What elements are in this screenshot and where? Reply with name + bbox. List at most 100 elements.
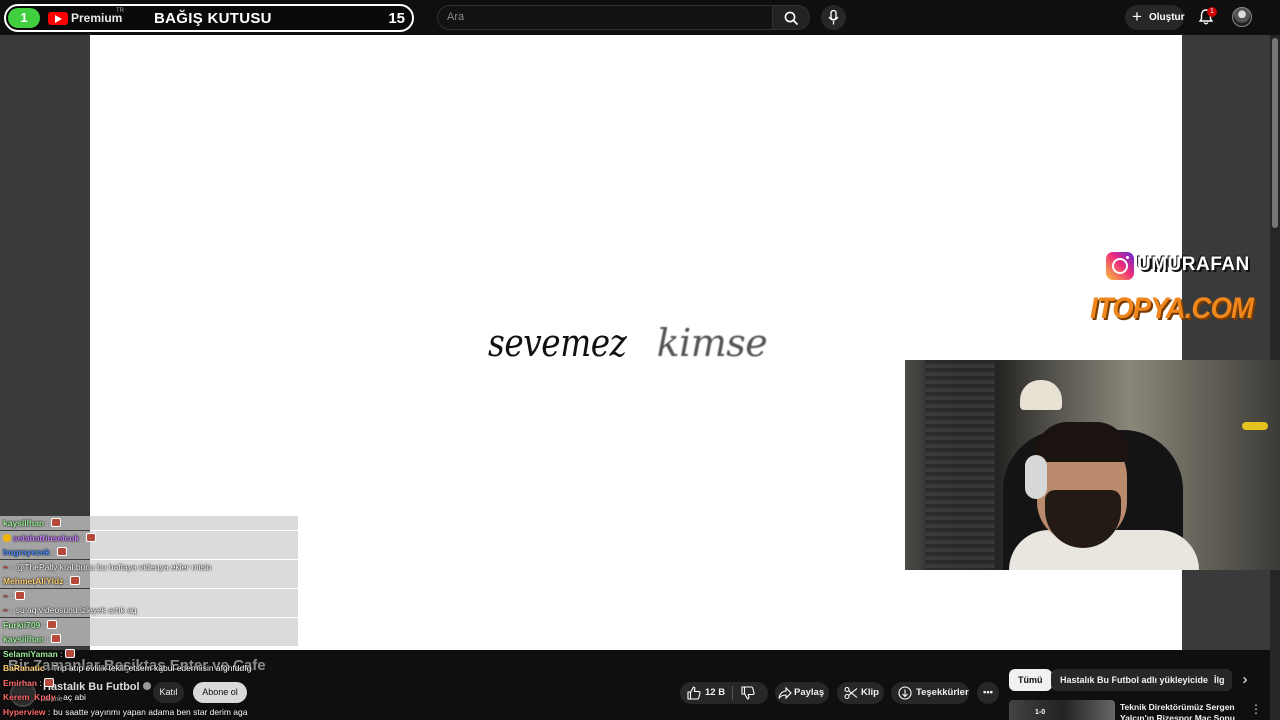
lyric-word-1: sevemez <box>488 321 627 365</box>
chat-username[interactable]: Hyperview <box>3 707 46 717</box>
chat-separator: : <box>37 677 42 688</box>
chat-separator: : <box>49 547 55 557</box>
chat-separator: : <box>57 648 63 659</box>
chat-separator: : <box>45 706 51 717</box>
chat-message: bugrayezek : <box>0 545 298 559</box>
recommended-video-title[interactable]: Teknik Direktörümüz Sergen Yalçın'ın Riz… <box>1120 702 1236 720</box>
chat-username[interactable]: kaysiilhan <box>3 518 44 528</box>
chat-emote-icon <box>56 547 67 556</box>
chat-username[interactable]: SelamiYaman <box>3 649 58 659</box>
chat-username[interactable]: Furkii709 <box>3 620 40 630</box>
chat-separator: : <box>79 532 84 543</box>
chat-text: bu saatte yayınmı yapan adama ben star d… <box>53 706 248 717</box>
premium-label: Premium <box>71 11 123 25</box>
chips-next-chevron-icon[interactable]: › <box>1236 669 1254 691</box>
chat-message: ~ : @ThePally kral bunu bu haftaya videoy… <box>0 559 298 574</box>
app-root: 1 Premium TR BAĞIŞ KUTUSU 15 Ara + Oluşt… <box>0 0 1280 720</box>
chat-username[interactable]: selahattinselcuk <box>13 533 79 543</box>
chat-separator: : <box>40 619 46 630</box>
plus-icon: + <box>1132 7 1142 26</box>
chip-related[interactable]: İlg <box>1208 669 1232 691</box>
chat-badge-icon <box>3 533 11 542</box>
chat-separator: : <box>55 692 61 702</box>
chat-message: MehmetAliYldz : <box>0 574 298 588</box>
recommended-video-menu-icon[interactable]: ⋮ <box>1250 702 1262 716</box>
chat-emote-icon <box>64 648 75 658</box>
create-label: Oluştur <box>1149 12 1185 23</box>
recommended-video-score: 1-0 <box>1035 709 1046 716</box>
top-bar: 1 Premium TR BAĞIŞ KUTUSU 15 Ara + Oluşt… <box>0 0 1280 35</box>
search-icon <box>784 11 799 26</box>
chat-text: aç abi <box>63 692 86 702</box>
chat-username[interactable]: BaRanatic <box>3 663 45 673</box>
chat-username[interactable]: MehmetAliYldz <box>3 576 63 586</box>
chat-message: ~ : şu aq videosunu izleyek artık aq <box>0 603 298 617</box>
microphone-icon <box>828 10 839 25</box>
share-button[interactable]: Paylaş <box>775 682 829 704</box>
instagram-handle: UMURAFAN <box>1137 254 1250 275</box>
chat-username[interactable]: kaysiilhan <box>3 634 44 644</box>
dislike-icon[interactable] <box>741 686 755 700</box>
sponsor-logo: ITOPYA.COM <box>1090 292 1254 325</box>
share-label: Paylaş <box>794 687 825 698</box>
chip-all[interactable]: Tümü <box>1009 669 1052 691</box>
chat-separator: : <box>63 576 69 586</box>
chat-emote-icon <box>50 518 61 527</box>
chat-message: SelamiYaman : <box>0 647 298 661</box>
donation-title: BAĞIŞ KUTUSU <box>154 10 272 27</box>
like-count[interactable]: 12 B <box>705 682 725 704</box>
chat-message: kaysiilhan : <box>0 516 298 530</box>
notifications-count-badge: 1 <box>1207 7 1217 17</box>
clip-label: Klip <box>861 687 879 698</box>
lyric-word-2: kimse <box>656 321 768 365</box>
webcam-window-blind <box>925 360 995 570</box>
more-actions-button[interactable]: ••• <box>977 682 999 704</box>
chat-emote-icon <box>50 634 61 643</box>
donation-bar: 1 Premium TR BAĞIŞ KUTUSU 15 <box>4 4 414 32</box>
chat-emote-icon <box>47 619 58 629</box>
like-separator <box>732 686 733 700</box>
chat-username[interactable]: Kerem_Kpdy <box>3 692 55 702</box>
recommended-video-thumbnail[interactable]: 1-0 <box>1009 700 1115 720</box>
chat-separator: : <box>44 634 49 644</box>
video-lyric-text: sevemez kimse <box>488 321 768 365</box>
webcam-lamp <box>1020 380 1062 410</box>
chat-separator: : <box>7 561 13 572</box>
share-icon <box>778 686 792 700</box>
chip-from-uploader[interactable]: Hastalık Bu Futbol adlı yükleyiciden <box>1051 669 1223 691</box>
chat-text: şu aq videosunu izleyek artık aq <box>15 605 137 615</box>
webcam-headset <box>1025 455 1047 499</box>
chat-username[interactable]: Emirhan <box>3 678 37 688</box>
clip-button[interactable]: Klip <box>837 682 884 704</box>
like-icon[interactable] <box>687 686 701 700</box>
chat-message: Hyperview : bu saatte yayınmı yapan adama… <box>0 705 298 719</box>
webcam-streamer-hair <box>1035 422 1129 462</box>
account-avatar[interactable] <box>1232 7 1252 27</box>
page-scrollbar-thumb[interactable] <box>1272 38 1278 228</box>
like-dislike-group: 12 B <box>680 682 768 704</box>
chat-emote-icon <box>14 590 25 600</box>
chat-emote-icon <box>85 532 96 542</box>
youtube-logo-icon <box>48 12 68 25</box>
chat-text: Trip atıp evlilik teklif etsem kabul ede… <box>52 663 252 673</box>
thanks-button[interactable]: Teşekkürler <box>891 682 969 704</box>
thanks-label: Teşekkürler <box>916 687 969 698</box>
create-button[interactable]: + Oluştur <box>1125 5 1185 30</box>
voice-search-button[interactable] <box>821 5 846 30</box>
chat-username[interactable]: bugrayezek <box>3 547 50 557</box>
webcam-banana <box>1242 422 1268 430</box>
streamer-webcam <box>905 360 1280 570</box>
chat-message: ~ : <box>0 588 298 603</box>
premium-region: TR <box>116 8 124 14</box>
search-input[interactable]: Ara <box>437 5 773 30</box>
chat-separator: : <box>7 605 13 615</box>
donation-count-badge: 1 <box>8 8 40 28</box>
live-chat-overlay: kaysiilhan : selahattinselcuk : bugrayezek… <box>0 513 298 720</box>
chat-emote-icon <box>70 576 81 585</box>
chat-separator: : <box>7 590 13 601</box>
chat-text: @ThePally kral bunu bu haftaya videoya e… <box>15 561 212 572</box>
scissors-icon <box>844 686 858 700</box>
search-button[interactable] <box>772 5 810 30</box>
donation-total: 15 <box>388 10 405 27</box>
super-thanks-icon <box>898 686 912 700</box>
